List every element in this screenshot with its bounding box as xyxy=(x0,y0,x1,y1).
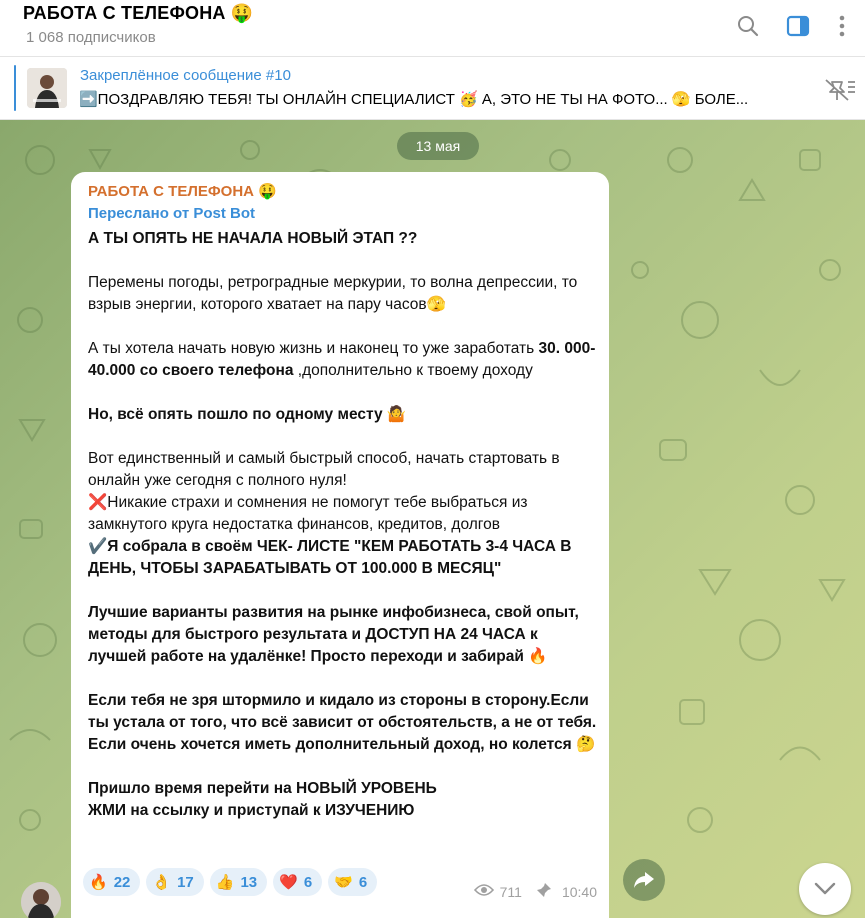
reactions: 🔥 22 👌 17 👍 13 ❤️ 6 🤝 6 xyxy=(83,868,378,900)
reaction-heart[interactable]: ❤️ 6 xyxy=(273,868,323,896)
channel-title[interactable]: РАБОТА С ТЕЛЕФОНА 🤑 xyxy=(23,3,253,24)
pinned-title: Закреплённое сообщение #10 xyxy=(80,67,291,84)
reaction-thumbs-up[interactable]: 👍 13 xyxy=(209,868,268,896)
forwarded-from[interactable]: Переслано от Post Bot xyxy=(88,205,255,222)
reaction-fire[interactable]: 🔥 22 xyxy=(83,868,141,896)
reaction-count: 13 xyxy=(240,873,258,891)
reaction-handshake[interactable]: 🤝 6 xyxy=(328,868,378,896)
search-icon[interactable] xyxy=(734,12,762,40)
avatar[interactable] xyxy=(21,882,61,918)
sidebar-toggle-icon[interactable] xyxy=(784,12,812,40)
ok-hand-icon: 👌 xyxy=(152,873,172,891)
pinned-preview-text: ➡️ПОЗДРАВЛЯЮ ТЕБЯ! ТЫ ОНЛАЙН СПЕЦИАЛИСТ … xyxy=(79,91,749,108)
reaction-count: 22 xyxy=(113,873,131,891)
message-line: Вот единственный и самый быстрый способ,… xyxy=(88,450,560,489)
message-line: ЖМИ на ссылку и приступай к ИЗУЧЕНИЮ xyxy=(88,802,415,819)
subscriber-count: 1 068 подписчиков xyxy=(26,29,156,46)
scroll-down-button[interactable] xyxy=(799,863,851,915)
chat-header: РАБОТА С ТЕЛЕФОНА 🤑 1 068 подписчиков xyxy=(0,0,865,57)
view-count: 711 xyxy=(499,883,522,900)
message-time: 10:40 xyxy=(561,883,597,900)
thumbs-up-icon: 👍 xyxy=(215,873,235,891)
handshake-icon: 🤝 xyxy=(334,873,353,891)
pinned-message-bar[interactable]: Закреплённое сообщение #10 ➡️ПОЗДРАВЛЯЮ … xyxy=(0,57,865,120)
message-line: Перемены погоды, ретроградные меркурии, … xyxy=(88,274,578,313)
more-vertical-icon[interactable] xyxy=(828,12,856,40)
reaction-count: 6 xyxy=(303,873,313,891)
pin-icon xyxy=(536,882,552,901)
date-separator: 13 мая xyxy=(397,132,479,160)
next-message-bubble xyxy=(71,912,609,918)
reaction-count: 6 xyxy=(358,873,368,891)
message-line: А ты хотела начать новую жизнь и наконец… xyxy=(88,340,596,379)
message-line: Но, всё опять пошло по одному месту 🤷 xyxy=(88,406,407,423)
fire-icon: 🔥 xyxy=(89,873,108,891)
reaction-ok-hand[interactable]: 👌 17 xyxy=(146,868,204,896)
eye-icon xyxy=(473,883,494,900)
chevron-down-icon xyxy=(814,882,836,895)
message-bubble[interactable]: РАБОТА С ТЕЛЕФОНА 🤑 Переслано от Post Bo… xyxy=(71,172,609,918)
heart-icon: ❤️ xyxy=(279,873,298,891)
message-meta: 711 10:40 xyxy=(473,882,597,901)
chat-area[interactable]: 13 мая РАБОТА С ТЕЛЕФОНА 🤑 Переслано от … xyxy=(0,120,865,918)
unpin-icon[interactable] xyxy=(822,78,856,104)
message-line: ✔️Я собрала в своём ЧЕК- ЛИСТЕ "КЕМ РАБО… xyxy=(88,538,572,577)
message-line: ❌Никакие страхи и сомнения не помогут те… xyxy=(88,494,528,533)
message-line: Если тебя не зря штормило и кидало из ст… xyxy=(88,692,597,753)
pinned-indicator xyxy=(14,65,16,111)
pinned-thumbnail xyxy=(27,68,67,108)
message-line: Лучшие варианты развития на рынке инфоби… xyxy=(88,604,579,665)
message-line: А ТЫ ОПЯТЬ НЕ НАЧАЛА НОВЫЙ ЭТАП ?? xyxy=(88,230,418,247)
message-text: А ТЫ ОПЯТЬ НЕ НАЧАЛА НОВЫЙ ЭТАП ?? Перем… xyxy=(88,228,598,822)
reaction-count: 17 xyxy=(177,873,194,891)
message-line: Пришло время перейти на НОВЫЙ УРОВЕНЬ xyxy=(88,780,437,797)
message-author[interactable]: РАБОТА С ТЕЛЕФОНА 🤑 xyxy=(88,182,277,200)
forward-share-button[interactable] xyxy=(623,859,665,901)
